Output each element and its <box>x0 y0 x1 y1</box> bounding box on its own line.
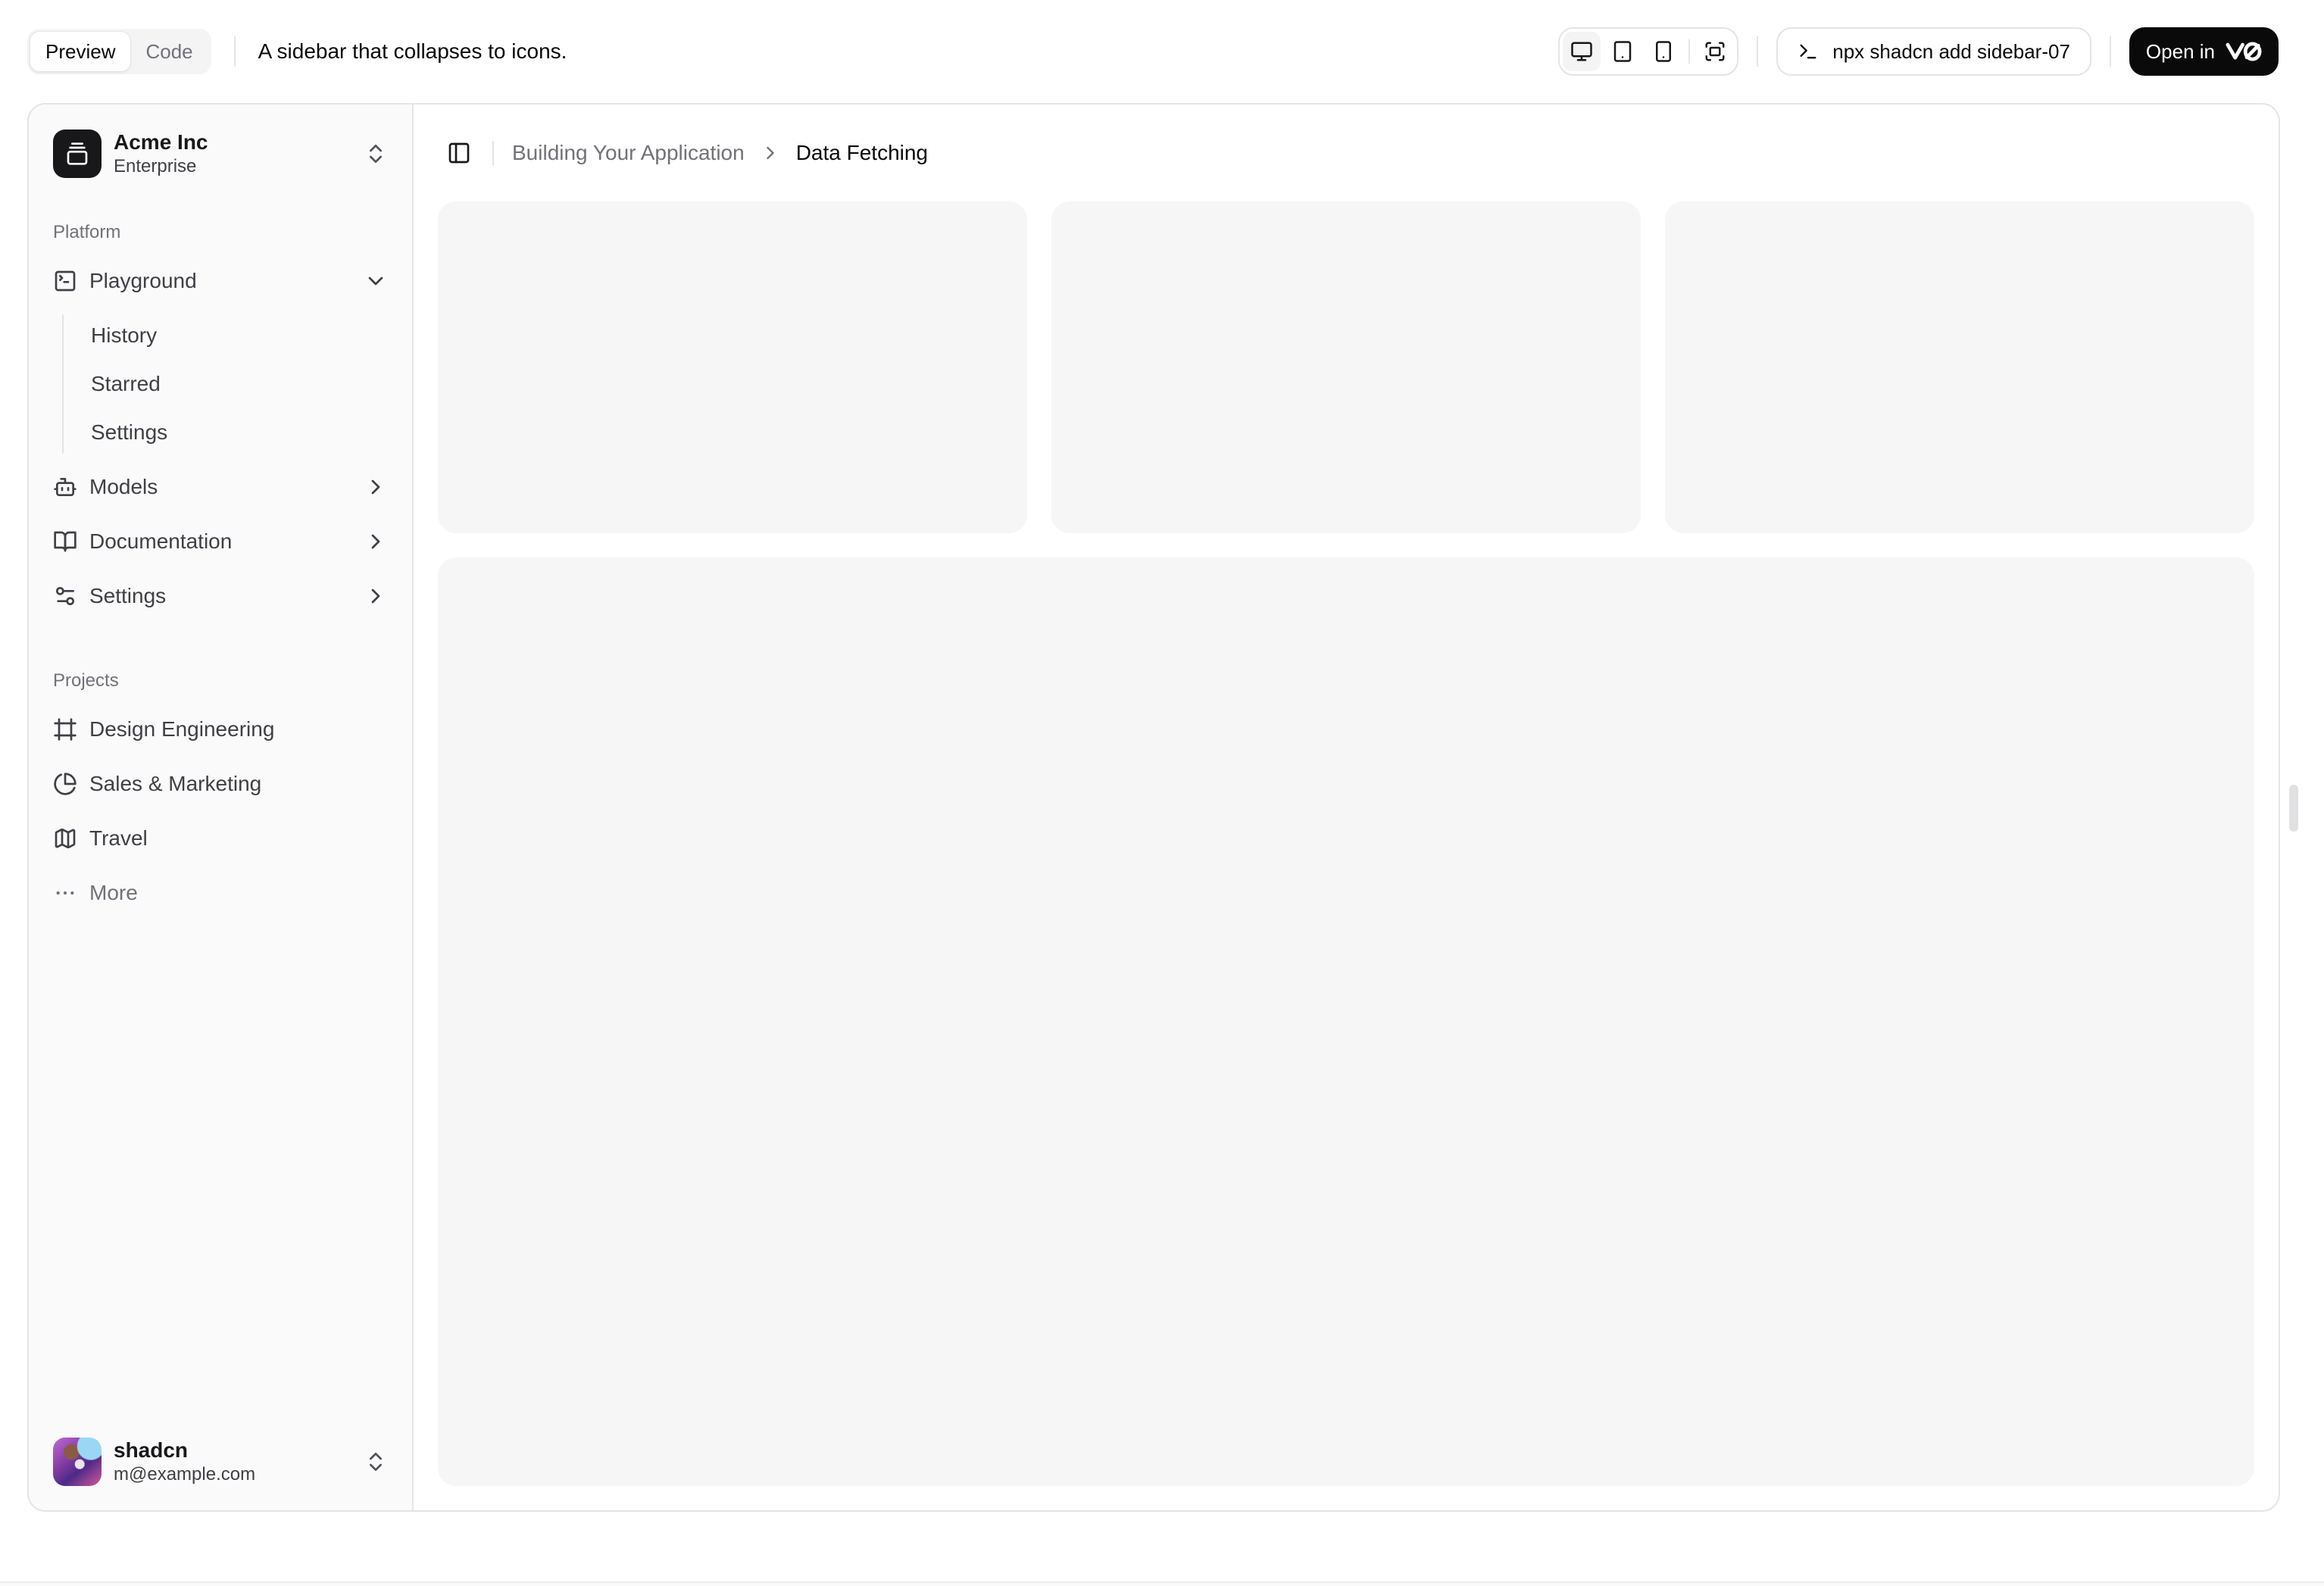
gallery-vertical-end-icon <box>65 142 89 166</box>
chevron-right-icon <box>760 142 781 164</box>
sidebar-item-playground[interactable]: Playground <box>41 257 400 305</box>
sidebar-group-projects: Projects Design Engineering Sales & Mark… <box>41 657 400 917</box>
team-logo <box>53 129 102 178</box>
app-sidebar: Acme Inc Enterprise Platform Playground <box>29 105 414 1510</box>
sidebar-subitem-history[interactable]: History <box>91 314 400 357</box>
sidebar-subitem-starred[interactable]: Starred <box>91 363 400 405</box>
desktop-icon <box>1570 40 1593 63</box>
avatar <box>53 1437 102 1486</box>
chevrons-up-down-icon <box>364 142 388 166</box>
placeholder-panel <box>438 557 2254 1486</box>
pie-chart-icon <box>53 772 77 796</box>
team-plan: Enterprise <box>114 156 197 176</box>
terminal-icon <box>1798 41 1819 62</box>
viewport-group-separator <box>1688 39 1691 64</box>
sidebar-item-travel[interactable]: Travel <box>41 814 400 863</box>
chevron-right-icon <box>364 584 388 608</box>
bot-icon <box>53 475 77 499</box>
chevrons-up-down-icon <box>364 1450 388 1474</box>
breadcrumb-parent-link[interactable]: Building Your Application <box>512 141 745 165</box>
main-header: Building Your Application Data Fetching <box>414 105 2279 201</box>
sidebar-item-sales-marketing[interactable]: Sales & Marketing <box>41 760 400 808</box>
preview-code-tabs: Preview Code <box>27 29 211 74</box>
fullscreen-button[interactable] <box>1696 32 1734 71</box>
command-text: npx shadcn add sidebar-07 <box>1832 39 2070 63</box>
sidebar-item-settings[interactable]: Settings <box>41 572 400 620</box>
user-email: m@example.com <box>114 1464 256 1485</box>
v0-logo-icon <box>2226 42 2262 61</box>
book-open-icon <box>53 529 77 554</box>
placeholder-card <box>1051 201 1641 533</box>
sidebar-item-label: Models <box>89 475 158 498</box>
sidebar-toggle-button[interactable] <box>438 132 480 174</box>
sidebar-item-label: Documentation <box>89 529 233 553</box>
viewport-mobile-button[interactable] <box>1645 32 1682 71</box>
toolbar-right: npx shadcn add sidebar-07 Open in <box>1558 27 2279 76</box>
main-content <box>414 201 2279 1510</box>
sidebar-item-more[interactable]: More <box>41 869 400 917</box>
copy-command-button[interactable]: npx shadcn add sidebar-07 <box>1776 27 2091 76</box>
team-switcher-button[interactable]: Acme Inc Enterprise <box>41 117 400 190</box>
settings-sliders-icon <box>53 584 77 608</box>
tab-code[interactable]: Code <box>130 32 208 71</box>
user-menu-button[interactable]: shadcn m@example.com <box>41 1425 400 1498</box>
sidebar-item-label: Sales & Marketing <box>89 772 262 795</box>
viewport-toggle-group <box>1558 27 1739 76</box>
open-in-v0-button[interactable]: Open in <box>2129 27 2279 76</box>
mobile-icon <box>1652 40 1675 63</box>
sidebar-group-platform: Platform Playground History Starred Sett… <box>41 208 400 620</box>
placeholder-card <box>438 201 1027 533</box>
team-info: Acme Inc Enterprise <box>114 129 351 178</box>
sidebar-item-design-engineering[interactable]: Design Engineering <box>41 705 400 754</box>
main-pane: Building Your Application Data Fetching <box>414 105 2279 1510</box>
sidebar-footer: shadcn m@example.com <box>41 1425 400 1498</box>
sidebar-subitem-settings[interactable]: Settings <box>91 411 400 454</box>
user-info: shadcn m@example.com <box>114 1437 351 1486</box>
chevron-right-icon <box>364 529 388 554</box>
toolbar-separator <box>2109 36 2111 67</box>
header-separator <box>492 141 494 165</box>
square-terminal-icon <box>53 269 77 293</box>
group-label-platform: Platform <box>53 222 121 242</box>
next-section-edge <box>0 1581 2324 1586</box>
breadcrumb-current: Data Fetching <box>795 141 929 164</box>
component-description: A sidebar that collapses to icons. <box>258 39 567 63</box>
ellipsis-icon <box>53 881 77 905</box>
sidebar-item-documentation[interactable]: Documentation <box>41 517 400 566</box>
breadcrumb: Building Your Application Data Fetching <box>512 141 928 165</box>
sidebar-item-label: Playground <box>89 269 197 292</box>
sidebar-submenu-playground: History Starred Settings <box>62 314 400 454</box>
map-icon <box>53 826 77 851</box>
viewport-desktop-button[interactable] <box>1563 32 1601 71</box>
sidebar-item-label: Travel <box>89 826 148 850</box>
fullscreen-icon <box>1704 40 1726 63</box>
toolbar-separator <box>233 36 236 67</box>
preview-toolbar: Preview Code A sidebar that collapses to… <box>27 0 2279 103</box>
page-scrollbar-thumb[interactable] <box>2289 785 2298 832</box>
group-label-projects: Projects <box>53 670 119 691</box>
placeholder-grid <box>438 201 2254 533</box>
frame-icon <box>53 717 77 741</box>
sidebar-item-label: Settings <box>89 584 167 607</box>
open-in-label: Open in <box>2145 39 2215 63</box>
sidebar-item-models[interactable]: Models <box>41 463 400 511</box>
sidebar-item-label: Design Engineering <box>89 717 275 741</box>
placeholder-card <box>1665 201 2254 533</box>
viewport-tablet-button[interactable] <box>1604 32 1641 71</box>
user-name: shadcn <box>114 1438 189 1462</box>
panel-left-icon <box>447 141 471 165</box>
team-name: Acme Inc <box>114 130 208 154</box>
tablet-icon <box>1611 40 1634 63</box>
component-preview-card: Acme Inc Enterprise Platform Playground <box>27 103 2280 1512</box>
chevron-right-icon <box>364 475 388 499</box>
chevron-down-icon <box>364 269 388 293</box>
tab-preview[interactable]: Preview <box>30 32 131 71</box>
sidebar-item-label: More <box>89 881 138 904</box>
toolbar-separator <box>1757 36 1759 67</box>
